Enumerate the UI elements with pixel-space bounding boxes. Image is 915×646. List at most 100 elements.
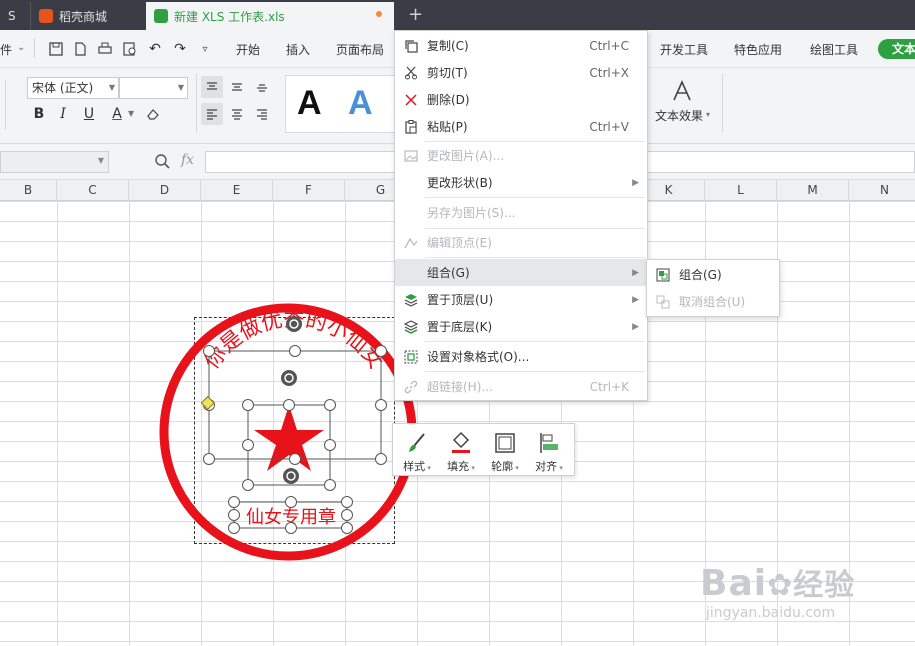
stamp-shape[interactable]: 你是做优秀的小仙女 仙女专用章 xyxy=(150,300,430,570)
style-button[interactable]: 样式 ▾ xyxy=(395,424,439,476)
bold-button[interactable]: B xyxy=(28,103,50,125)
submenu-item-group[interactable]: 组合(G) xyxy=(647,261,779,288)
stamp-star[interactable] xyxy=(254,405,324,471)
menu-separator xyxy=(425,197,645,198)
text-style-gallery[interactable]: A A xyxy=(285,75,397,133)
fill-button[interactable]: 填充 ▾ xyxy=(439,424,483,476)
style-sample-blue[interactable]: A xyxy=(348,84,373,123)
submenu-item-ungroup[interactable]: 取消组合(U) xyxy=(647,288,779,315)
export-pdf-icon[interactable] xyxy=(69,38,91,60)
fx-icon[interactable]: fx xyxy=(181,152,194,168)
menu-item-shortcut: Ctrl+V xyxy=(589,119,629,134)
rotate-handle-icon[interactable] xyxy=(283,468,299,484)
column-header-f[interactable]: F xyxy=(273,180,345,201)
font-color-button[interactable]: A xyxy=(106,103,128,125)
ungroup-icon xyxy=(655,294,671,310)
align-label: 对齐 xyxy=(535,460,558,473)
name-box[interactable]: ▼ xyxy=(0,151,109,173)
column-header-d[interactable]: D xyxy=(129,180,201,201)
undo-icon[interactable]: ↶ xyxy=(144,38,166,60)
submenu-arrow-icon: ▶ xyxy=(632,321,639,332)
chevron-down-icon[interactable]: ⌄ xyxy=(17,42,25,53)
column-header-l[interactable]: L xyxy=(705,180,777,201)
font-name-select[interactable]: 宋体 (正文) ▼ xyxy=(27,77,119,99)
align-button[interactable]: 对齐 ▾ xyxy=(527,424,571,476)
text-effect-icon[interactable] xyxy=(670,80,694,102)
title-bar: S 稻壳商城 新建 XLS 工作表.xls + xyxy=(0,0,915,30)
divider xyxy=(196,74,197,132)
menu-separator xyxy=(425,257,645,258)
rotate-handle-icon[interactable] xyxy=(286,316,302,332)
menu-item-bring-to-front[interactable]: 置于顶层(U) ▶ xyxy=(395,286,647,313)
menu-item-label: 取消组合(U) xyxy=(679,295,746,309)
print-icon[interactable] xyxy=(94,38,116,60)
menu-separator xyxy=(425,371,645,372)
tab-workbook-label: 新建 XLS 工作表.xls xyxy=(174,9,285,24)
customize-toolbar-icon[interactable]: ▿ xyxy=(194,38,216,60)
print-preview-icon[interactable] xyxy=(119,38,141,60)
paste-icon xyxy=(403,119,419,135)
column-header-m[interactable]: M xyxy=(777,180,849,201)
menu-insert[interactable]: 插入 xyxy=(286,41,310,58)
align-left-icon[interactable] xyxy=(201,103,223,125)
chevron-down-icon[interactable]: ▼ xyxy=(128,109,134,118)
align-top-icon[interactable] xyxy=(201,76,223,98)
menu-special[interactable]: 特色应用 xyxy=(734,41,782,58)
menu-item-label: 设置对象格式(O)... xyxy=(427,350,530,364)
menu-drawing-tools[interactable]: 绘图工具 xyxy=(810,41,858,58)
align-right-icon[interactable] xyxy=(251,103,273,125)
menu-text-tools[interactable]: 文本 xyxy=(878,39,915,59)
tab-docer-mall[interactable]: 稻壳商城 xyxy=(30,2,138,30)
clear-format-icon[interactable] xyxy=(142,103,164,125)
menu-page-layout[interactable]: 页面布局 xyxy=(336,41,384,58)
menu-item-format-object[interactable]: 设置对象格式(O)... xyxy=(395,343,647,370)
copy-icon xyxy=(403,38,419,54)
menu-item-delete[interactable]: 删除(D) xyxy=(395,86,647,113)
menu-item-change-picture[interactable]: 更改图片(A)... xyxy=(395,142,647,169)
tab-workbook[interactable]: 新建 XLS 工作表.xls xyxy=(146,2,394,30)
docer-icon xyxy=(39,9,53,23)
align-middle-icon[interactable] xyxy=(226,76,248,98)
text-effect-label[interactable]: 文本效果 xyxy=(655,107,703,124)
menu-item-cut[interactable]: 剪切(T) Ctrl+X xyxy=(395,59,647,86)
menu-file[interactable]: 件 xyxy=(0,41,12,58)
menu-item-label: 置于顶层(U) xyxy=(427,293,494,307)
new-tab-button[interactable]: + xyxy=(408,4,423,25)
italic-button[interactable]: I xyxy=(52,103,74,125)
column-header-c[interactable]: C xyxy=(57,180,129,201)
watermark-brand2: 经验 xyxy=(793,568,856,603)
menu-item-paste[interactable]: 粘贴(P) Ctrl+V xyxy=(395,113,647,140)
outline-button[interactable]: 轮廓 ▾ xyxy=(483,424,527,476)
menu-item-edit-points[interactable]: 编辑顶点(E) xyxy=(395,229,647,256)
column-header-n[interactable]: N xyxy=(849,180,915,201)
rotate-handle-icon[interactable] xyxy=(281,370,297,386)
zoom-icon[interactable] xyxy=(154,153,170,172)
submenu-arrow-icon: ▶ xyxy=(632,294,639,305)
outline-icon xyxy=(483,424,527,454)
menu-item-save-as-picture[interactable]: 另存为图片(S)... xyxy=(395,199,647,226)
save-icon[interactable] xyxy=(45,38,67,60)
style-sample-black[interactable]: A xyxy=(297,84,322,123)
menu-item-group[interactable]: 组合(G) ▶ xyxy=(395,259,647,286)
chevron-down-icon[interactable]: ▾ xyxy=(706,110,710,119)
menu-item-copy[interactable]: 复制(C) Ctrl+C xyxy=(395,32,647,59)
font-size-select[interactable]: ▼ xyxy=(119,77,188,99)
menu-home[interactable]: 开始 xyxy=(236,41,260,58)
menu-developer[interactable]: 开发工具 xyxy=(660,41,708,58)
chevron-down-icon: ▼ xyxy=(177,83,184,92)
menu-item-send-to-back[interactable]: 置于底层(K) ▶ xyxy=(395,313,647,340)
tab-partial[interactable]: S xyxy=(0,2,28,30)
column-header-e[interactable]: E xyxy=(201,180,273,201)
redo-icon[interactable]: ↷ xyxy=(169,38,191,60)
font-name-value: 宋体 (正文) xyxy=(32,81,94,95)
menu-item-change-shape[interactable]: 更改形状(B) ▶ xyxy=(395,169,647,196)
underline-button[interactable]: U xyxy=(78,103,100,125)
menu-item-hyperlink[interactable]: 超链接(H)... Ctrl+K xyxy=(395,373,647,400)
align-bottom-icon[interactable] xyxy=(251,76,273,98)
brush-icon xyxy=(395,424,439,454)
change-picture-icon xyxy=(403,148,419,164)
align-center-icon[interactable] xyxy=(226,103,248,125)
group-submenu: 组合(G) 取消组合(U) xyxy=(646,259,780,317)
column-header-b[interactable]: B xyxy=(0,180,57,201)
unsaved-dot-icon xyxy=(376,11,382,17)
